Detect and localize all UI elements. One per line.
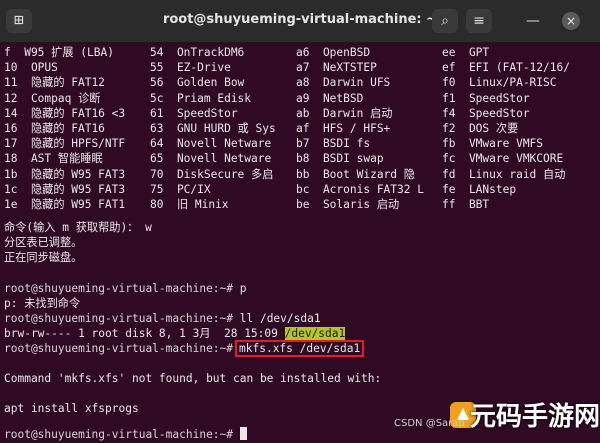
command-line: root@shuyueming-virtual-machine:~# p (4, 281, 247, 296)
shell-prompt: root@shuyueming-virtual-machine:~# (4, 428, 234, 441)
partition-type-entry: fb VMware VMFS (442, 137, 544, 151)
partition-type-entry: b7 BSDI fs (296, 137, 371, 151)
partition-type-entry: a9 NetBSD (296, 91, 364, 105)
terminal-area[interactable]: f W95 扩展 (LBA) 54 OnTrackDM6 a6 OpenBSD ee … (0, 43, 600, 443)
partition-type-entry: 56 Golden Bow (150, 76, 245, 90)
partition-type-entry: 1c 隐藏的 W95 FAT3 (4, 182, 126, 196)
shell-prompt: root@shuyueming-virtual-machine:~# (4, 282, 234, 295)
syncing-line: 正在同步磁盘。 (4, 251, 83, 264)
partition-type-entry: 17 隐藏的 HPFS/NTF (4, 137, 126, 151)
partition-type-entry: 16 隐藏的 FAT16 (4, 122, 105, 135)
partition-type-entry: ef EFI (FAT-12/16/ (442, 61, 570, 75)
partition-type-entry: 10 OPUS (4, 61, 58, 75)
partition-type-entry: a8 Darwin UFS (296, 76, 391, 90)
table-adjusted-line: 分区表已调整。 (4, 236, 83, 249)
close-icon[interactable]: × (562, 12, 580, 30)
shell-prompt: root@shuyueming-virtual-machine:~# (4, 342, 234, 355)
watermark-logo-text: 元码手游网 (470, 402, 600, 432)
partition-type-entry: f2 DOS 次要 (442, 122, 519, 135)
window-title: root@shuyueming-virtual-machine: ~ (162, 12, 438, 27)
mkfs-not-found-line: Command 'mkfs.xfs' not found, but can be… (4, 372, 382, 385)
partition-type-entry: 61 SpeedStor (150, 106, 238, 120)
partition-type-entry: 11 隐藏的 FAT12 (4, 76, 105, 90)
new-tab-icon[interactable]: ⊞ (6, 9, 32, 33)
partition-type-entry: 14 隐藏的 FAT16 <3 (4, 106, 126, 120)
apt-suggestion-line: apt install xfsprogs (4, 402, 139, 415)
partition-type-entry: 5c Priam Edisk (150, 91, 252, 105)
partition-type-entry: 75 PC/IX (150, 182, 211, 196)
partition-type-entry: 1e 隐藏的 W95 FAT1 (4, 198, 126, 211)
partition-type-entry: fe LANstep (442, 182, 517, 196)
partition-type-entry: fd Linux raid 自动 (442, 167, 566, 181)
command-text: ll /dev/sda1 (233, 312, 321, 325)
partition-type-entry: f1 SpeedStor (442, 91, 530, 105)
partition-type-entry: 64 Novell Netware (150, 137, 272, 151)
partition-type-entry: 54 OnTrackDM6 (150, 46, 245, 59)
title-bar: ⊞ root@shuyueming-virtual-machine: ~ ⌕ ≡… (0, 0, 600, 43)
partition-type-entry: fc VMware VMKCORE (442, 152, 564, 166)
text-cursor (239, 427, 247, 440)
partition-type-entry: b8 BSDI swap (296, 152, 384, 166)
search-icon[interactable]: ⌕ (432, 9, 458, 33)
partition-type-entry: bc Acronis FAT32 L (296, 182, 424, 196)
partition-type-entry: f4 SpeedStor (442, 106, 530, 120)
command-text: p (233, 282, 247, 295)
partition-type-entry: f0 Linux/PA-RISC (442, 76, 557, 90)
ll-output-line: brw-rw---- 1 root disk 8, 1 3月 28 15:09 … (4, 326, 346, 341)
partition-type-entry: 65 Novell Netware (150, 152, 272, 166)
command-line: root@shuyueming-virtual-machine:~# mkfs.x… (4, 340, 365, 357)
partition-type-entry: ee GPT (442, 46, 490, 59)
fdisk-command-line: 命令(输入 m 获取帮助)： w (4, 221, 152, 234)
csdn-watermark: CSDN @Sarap (394, 418, 465, 429)
command-line: root@shuyueming-virtual-machine:~# ll /d… (4, 311, 321, 326)
partition-type-entry: 12 Compaq 诊断 (4, 91, 101, 105)
device-name-highlight: /dev/sda1 (284, 327, 346, 340)
error-line: p: 未找到命令 (4, 297, 81, 310)
ll-output-text: brw-rw---- 1 root disk 8, 1 3月 28 15:09 (4, 327, 285, 340)
partition-type-entry: 63 GNU HURD 或 Sys (150, 122, 276, 135)
partition-type-entry: 55 EZ-Drive (150, 61, 231, 75)
partition-type-entry: 80 旧 Minix (150, 198, 229, 211)
partition-type-entry: 1b 隐藏的 W95 FAT3 (4, 167, 126, 181)
partition-type-entry: 70 DiskSecure 多启 (150, 167, 274, 181)
shell-prompt: root@shuyueming-virtual-machine:~# (4, 312, 234, 325)
mkfs-command-highlighted: mkfs.xfs /dev/sda1 (235, 340, 365, 357)
partition-type-entry: a7 NeXTSTEP (296, 61, 377, 75)
partition-type-entry: af HFS / HFS+ (296, 122, 391, 135)
command-line[interactable]: root@shuyueming-virtual-machine:~# (4, 427, 247, 442)
partition-type-entry: ab Darwin 启动 (296, 106, 393, 120)
minimize-icon[interactable]: — (520, 9, 546, 33)
partition-type-entry: ff BBT (442, 198, 490, 211)
menu-icon[interactable]: ≡ (466, 9, 492, 33)
partition-type-entry: 18 AST 智能睡眠 (4, 152, 103, 166)
partition-type-entry: be Solaris 启动 (296, 198, 400, 211)
partition-type-entry: bb Boot Wizard 隐 (296, 167, 415, 181)
partition-type-entry: a6 OpenBSD (296, 46, 371, 59)
partition-type-entry: f W95 扩展 (LBA) (4, 46, 114, 59)
